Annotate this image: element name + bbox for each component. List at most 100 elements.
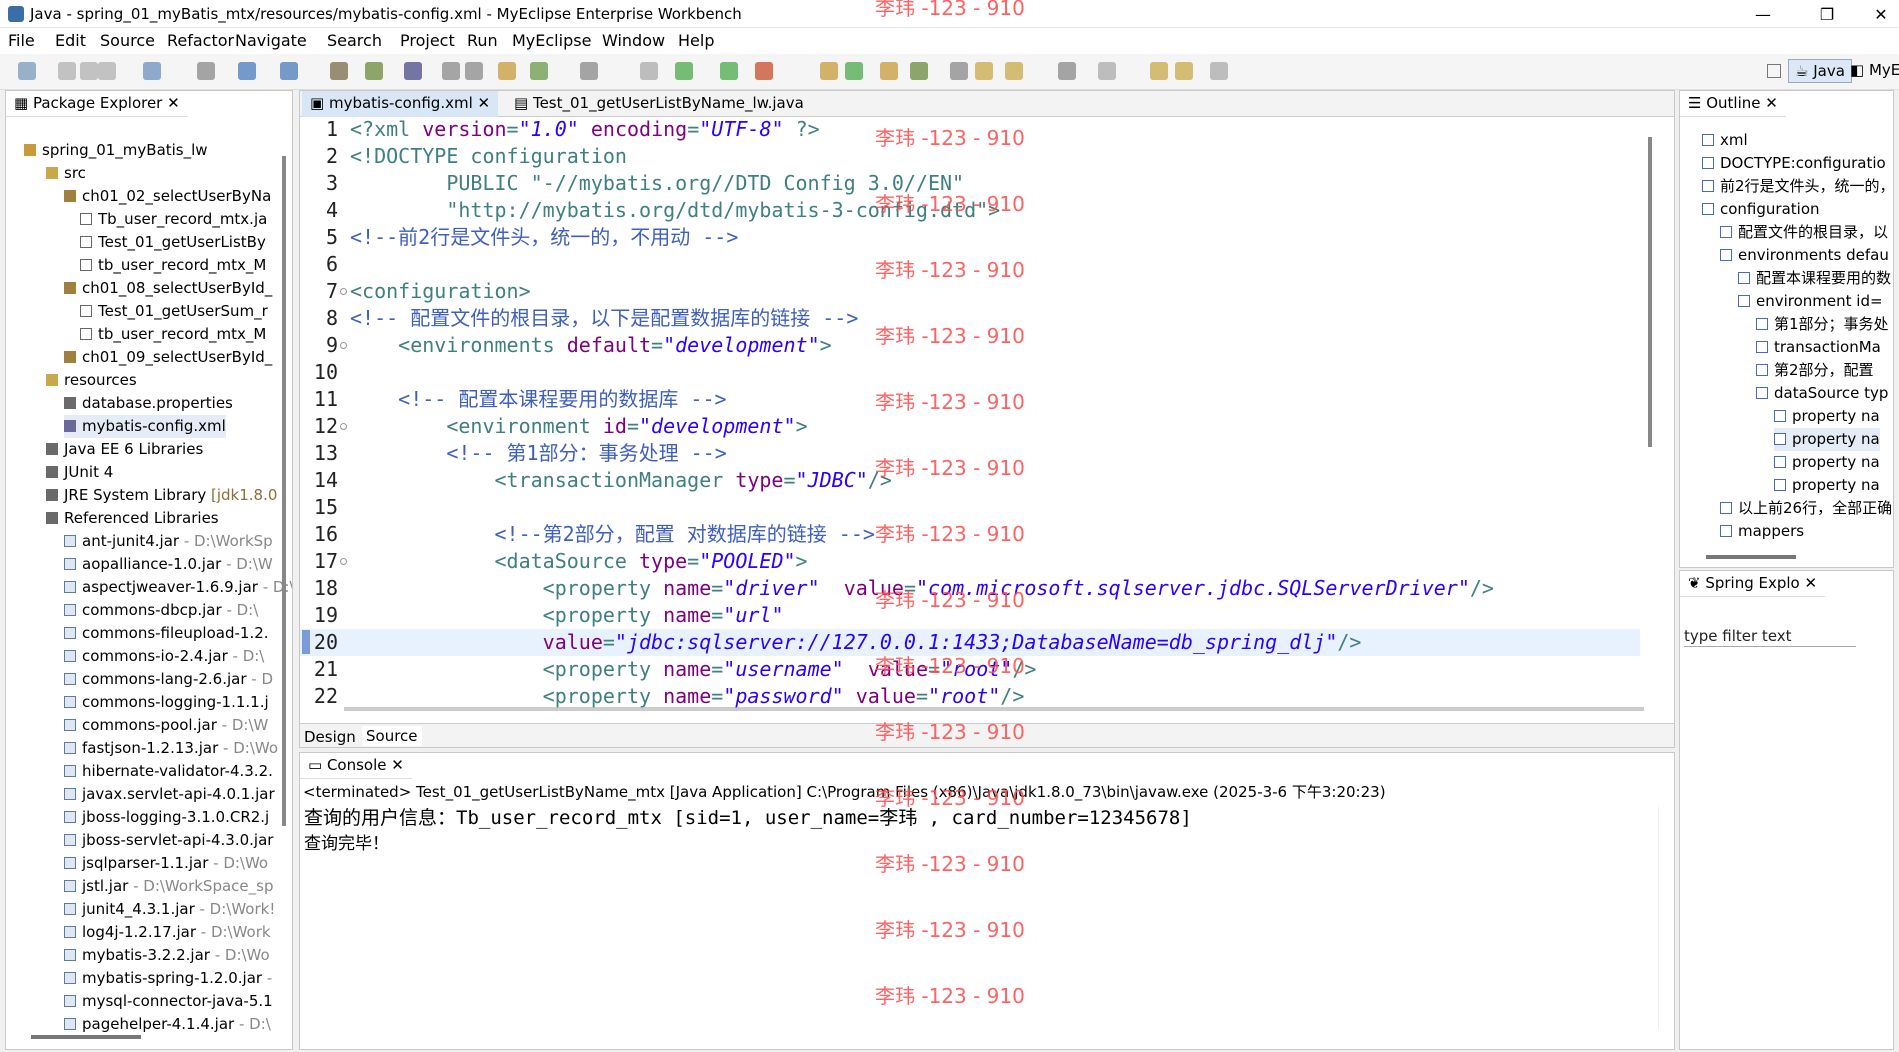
tree-item[interactable]: ant-junit4.jar - D:\WorkSp xyxy=(64,530,273,553)
code-line[interactable]: <!--第2部分，配置 对数据库的链接 --> xyxy=(350,521,874,548)
menu-edit[interactable]: Edit xyxy=(55,31,86,50)
menu-help[interactable]: Help xyxy=(678,31,714,50)
menu-project[interactable]: Project xyxy=(400,31,455,50)
toolbar-icon[interactable] xyxy=(1005,62,1023,80)
tree-item[interactable]: commons-fileupload-1.2. xyxy=(64,622,269,645)
code-line[interactable]: <!-- 配置文件的根目录，以下是配置数据库的链接 --> xyxy=(350,305,858,332)
tree-item[interactable]: tb_user_record_mtx_M xyxy=(80,323,266,346)
tree-item[interactable]: jboss-servlet-api-4.3.0.jar xyxy=(64,829,273,852)
code-line[interactable]: <environments default="development"> xyxy=(350,332,832,359)
tree-item[interactable]: JUnit 4 xyxy=(46,461,113,484)
tree-item[interactable]: aopalliance-1.0.jar - D:\W xyxy=(64,553,273,576)
tree-item[interactable]: aspectjweaver-1.6.9.jar - D:\W xyxy=(64,576,292,599)
vertical-scrollbar[interactable] xyxy=(282,156,286,826)
close-icon[interactable]: ✕ xyxy=(1858,0,1899,28)
code-line[interactable]: <?xml version="1.0" encoding="UTF-8" ?> xyxy=(350,116,820,143)
code-line[interactable]: value="jdbc:sqlserver://127.0.0.1:1433;D… xyxy=(350,629,1362,656)
outline-item[interactable]: environment id= xyxy=(1738,290,1883,313)
menu-refactor[interactable]: Refactor xyxy=(167,31,234,50)
tab-test-java[interactable]: ▤ Test_01_getUserListByName_lw.java xyxy=(506,91,812,117)
tree-item[interactable]: Referenced Libraries xyxy=(46,507,219,530)
toolbar-icon[interactable] xyxy=(755,62,773,80)
tree-item[interactable]: database.properties xyxy=(64,392,233,415)
tree-item[interactable]: mybatis-3.2.2.jar - D:\Wo xyxy=(64,944,270,967)
fold-marker-icon[interactable] xyxy=(340,342,347,349)
outline-item[interactable]: property na xyxy=(1774,474,1880,497)
tree-item[interactable]: src xyxy=(46,162,86,185)
tree-item[interactable]: JRE System Library [jdk1.8.0 xyxy=(46,484,277,507)
code-line[interactable]: <environment id="development"> xyxy=(350,413,807,440)
tree-item[interactable]: jboss-logging-3.1.0.CR2.j xyxy=(64,806,269,829)
toolbar-icon[interactable] xyxy=(640,62,658,80)
code-line[interactable]: <dataSource type="POOLED"> xyxy=(350,548,807,575)
tree-item[interactable]: javax.servlet-api-4.0.1.jar xyxy=(64,783,275,806)
perspective-java[interactable]: ☕ Java xyxy=(1788,59,1852,83)
toolbar-icon[interactable] xyxy=(18,62,36,80)
tree-item[interactable]: mybatis-config.xml xyxy=(64,415,226,438)
tree-item[interactable]: resources xyxy=(46,369,137,392)
toolbar-icon[interactable] xyxy=(975,62,993,80)
menu-run[interactable]: Run xyxy=(467,31,498,50)
horizontal-scrollbar[interactable] xyxy=(31,1035,141,1039)
tree-item[interactable]: commons-io-2.4.jar - D:\ xyxy=(64,645,264,668)
code-line[interactable]: <configuration> xyxy=(350,278,531,305)
code-line[interactable]: <!-- 配置本课程要用的数据库 --> xyxy=(350,386,726,413)
toolbar-icon[interactable] xyxy=(80,62,98,80)
outline-item[interactable]: mappers xyxy=(1720,520,1804,543)
tree-item[interactable]: pagehelper-4.1.4.jar - D:\ xyxy=(64,1013,271,1036)
toolbar-icon[interactable] xyxy=(950,62,968,80)
tree-item[interactable]: jsqlparser-1.1.jar - D:\Wo xyxy=(64,852,268,875)
outline-item[interactable]: property na xyxy=(1774,405,1880,428)
tree-item[interactable]: mybatis-spring-1.2.0.jar - xyxy=(64,967,272,990)
toolbar-icon[interactable] xyxy=(98,62,116,80)
toolbar-icon[interactable] xyxy=(1150,62,1168,80)
toolbar-icon[interactable] xyxy=(465,62,483,80)
tab-console[interactable]: ▭ Console ✕ xyxy=(300,753,412,779)
toolbar-icon[interactable] xyxy=(365,62,383,80)
toolbar-icon[interactable] xyxy=(675,62,693,80)
toolbar-icon[interactable] xyxy=(910,62,928,80)
tree-item[interactable]: junit4_4.3.1.jar - D:\Work! xyxy=(64,898,275,921)
tree-item[interactable]: hibernate-validator-4.3.2. xyxy=(64,760,273,783)
toolbar-icon[interactable] xyxy=(404,62,422,80)
tab-outline[interactable]: ☰ Outline ✕ xyxy=(1680,91,1786,117)
outline-item[interactable]: 第2部分，配置 xyxy=(1756,359,1874,382)
fold-marker-icon[interactable] xyxy=(340,423,347,430)
code-line[interactable]: PUBLIC "-//mybatis.org//DTD Config 3.0//… xyxy=(350,170,964,197)
tree-item[interactable]: Test_01_getUserSum_r xyxy=(80,300,268,323)
toolbar-icon[interactable] xyxy=(1098,62,1116,80)
tree-item[interactable]: Tb_user_record_mtx.ja xyxy=(80,208,267,231)
code-line[interactable]: <!-- 第1部分：事务处理 --> xyxy=(350,440,726,467)
outline-item[interactable]: 配置文件的根目录，以 xyxy=(1720,221,1888,244)
menu-file[interactable]: File xyxy=(8,31,35,50)
outline-item[interactable]: 第1部分；事务处 xyxy=(1756,313,1889,336)
menu-myeclipse[interactable]: MyEclipse xyxy=(512,31,591,50)
toolbar-icon[interactable] xyxy=(498,62,516,80)
tree-item[interactable]: spring_01_myBatis_lw xyxy=(24,139,208,162)
tab-spring-explorer[interactable]: ❦ Spring Explo ✕ xyxy=(1680,571,1826,597)
outline-item[interactable]: 前2行是文件头，统一的， xyxy=(1702,175,1893,198)
toolbar-icon[interactable] xyxy=(238,62,256,80)
toolbar-icon[interactable] xyxy=(530,62,548,80)
outline-item[interactable]: DOCTYPE:configuratio xyxy=(1702,152,1886,175)
outline-item[interactable]: 配置本课程要用的数 xyxy=(1738,267,1891,290)
tab-design[interactable]: Design xyxy=(304,728,356,746)
tree-item[interactable]: Test_01_getUserListBy xyxy=(80,231,266,254)
menu-source[interactable]: Source xyxy=(100,31,155,50)
tree-item[interactable]: commons-dbcp.jar - D:\ xyxy=(64,599,258,622)
tree-item[interactable]: jstl.jar - D:\WorkSpace_sp xyxy=(64,875,273,898)
code-line[interactable]: <property name="password" value="root"/> xyxy=(350,683,1025,710)
code-line[interactable]: <transactionManager type="JDBC"/> xyxy=(350,467,891,494)
editor-vertical-scrollbar[interactable] xyxy=(1648,137,1652,447)
outline-item[interactable]: environments defau xyxy=(1720,244,1889,267)
toolbar-icon[interactable] xyxy=(197,62,215,80)
console-vertical-scrollbar[interactable] xyxy=(1658,807,1668,1029)
outline-item[interactable]: xml xyxy=(1702,129,1748,152)
toolbar-icon[interactable] xyxy=(442,62,460,80)
outline-item[interactable]: property na xyxy=(1774,451,1880,474)
toolbar-icon[interactable] xyxy=(845,62,863,80)
minimize-icon[interactable]: — xyxy=(1740,0,1786,28)
outline-item[interactable]: 以上前26行，全部正确 xyxy=(1720,497,1892,520)
fold-marker-icon[interactable] xyxy=(340,558,347,565)
toolbar-icon[interactable] xyxy=(1058,62,1076,80)
